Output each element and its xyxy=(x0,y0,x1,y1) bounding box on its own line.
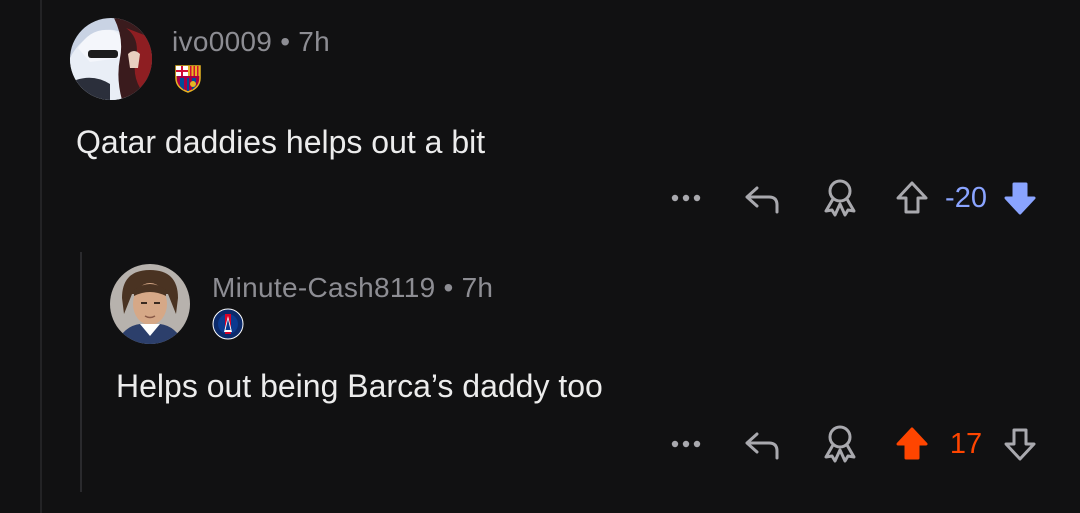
comment-meta: ivo0009 • 7h xyxy=(172,26,330,94)
vote-score: 17 xyxy=(949,427,983,460)
username[interactable]: Minute-Cash8119 xyxy=(212,272,435,303)
fc-barcelona-flair-icon xyxy=(172,62,204,94)
reply-thread-line[interactable] xyxy=(80,252,82,492)
more-dots-icon[interactable] xyxy=(666,439,706,449)
user-avatar[interactable] xyxy=(70,18,152,100)
more-dots-icon[interactable] xyxy=(666,193,706,203)
comment-actions: 17 xyxy=(666,424,1040,464)
user-avatar[interactable] xyxy=(110,264,190,344)
comment-actions: -20 xyxy=(666,178,1040,218)
comment-header: ivo0009 • 7h xyxy=(70,18,1060,100)
comment-ivo0009: ivo0009 • 7h Qatar daddies helps out a bit xyxy=(70,18,1060,162)
award-icon[interactable] xyxy=(818,178,862,218)
comment-body: Qatar daddies helps out a bit xyxy=(76,124,486,160)
comment-meta: Minute-Cash8119 • 7h xyxy=(212,272,493,340)
upvote-arrow-icon[interactable] xyxy=(892,426,932,462)
comment-age: 7h xyxy=(298,26,331,57)
reply-icon[interactable] xyxy=(740,428,784,460)
downvote-arrow-icon[interactable] xyxy=(1000,180,1040,216)
separator-dot: • xyxy=(280,26,291,57)
username[interactable]: ivo0009 xyxy=(172,26,272,57)
upvote-arrow-icon[interactable] xyxy=(892,180,932,216)
comment-age: 7h xyxy=(461,272,494,303)
comment-minute-cash8119: Minute-Cash8119 • 7h Helps out being Barca… xyxy=(110,264,1060,406)
separator-dot: • xyxy=(443,272,454,303)
comment-body: Helps out being Barca’s daddy too xyxy=(116,368,603,404)
psg-flair-icon xyxy=(212,308,244,340)
award-icon[interactable] xyxy=(818,424,862,464)
reply-icon[interactable] xyxy=(740,182,784,214)
vote-score: -20 xyxy=(945,181,987,214)
comment-header: Minute-Cash8119 • 7h xyxy=(110,264,1060,344)
downvote-arrow-icon[interactable] xyxy=(1000,426,1040,462)
thread-line[interactable] xyxy=(40,0,42,513)
